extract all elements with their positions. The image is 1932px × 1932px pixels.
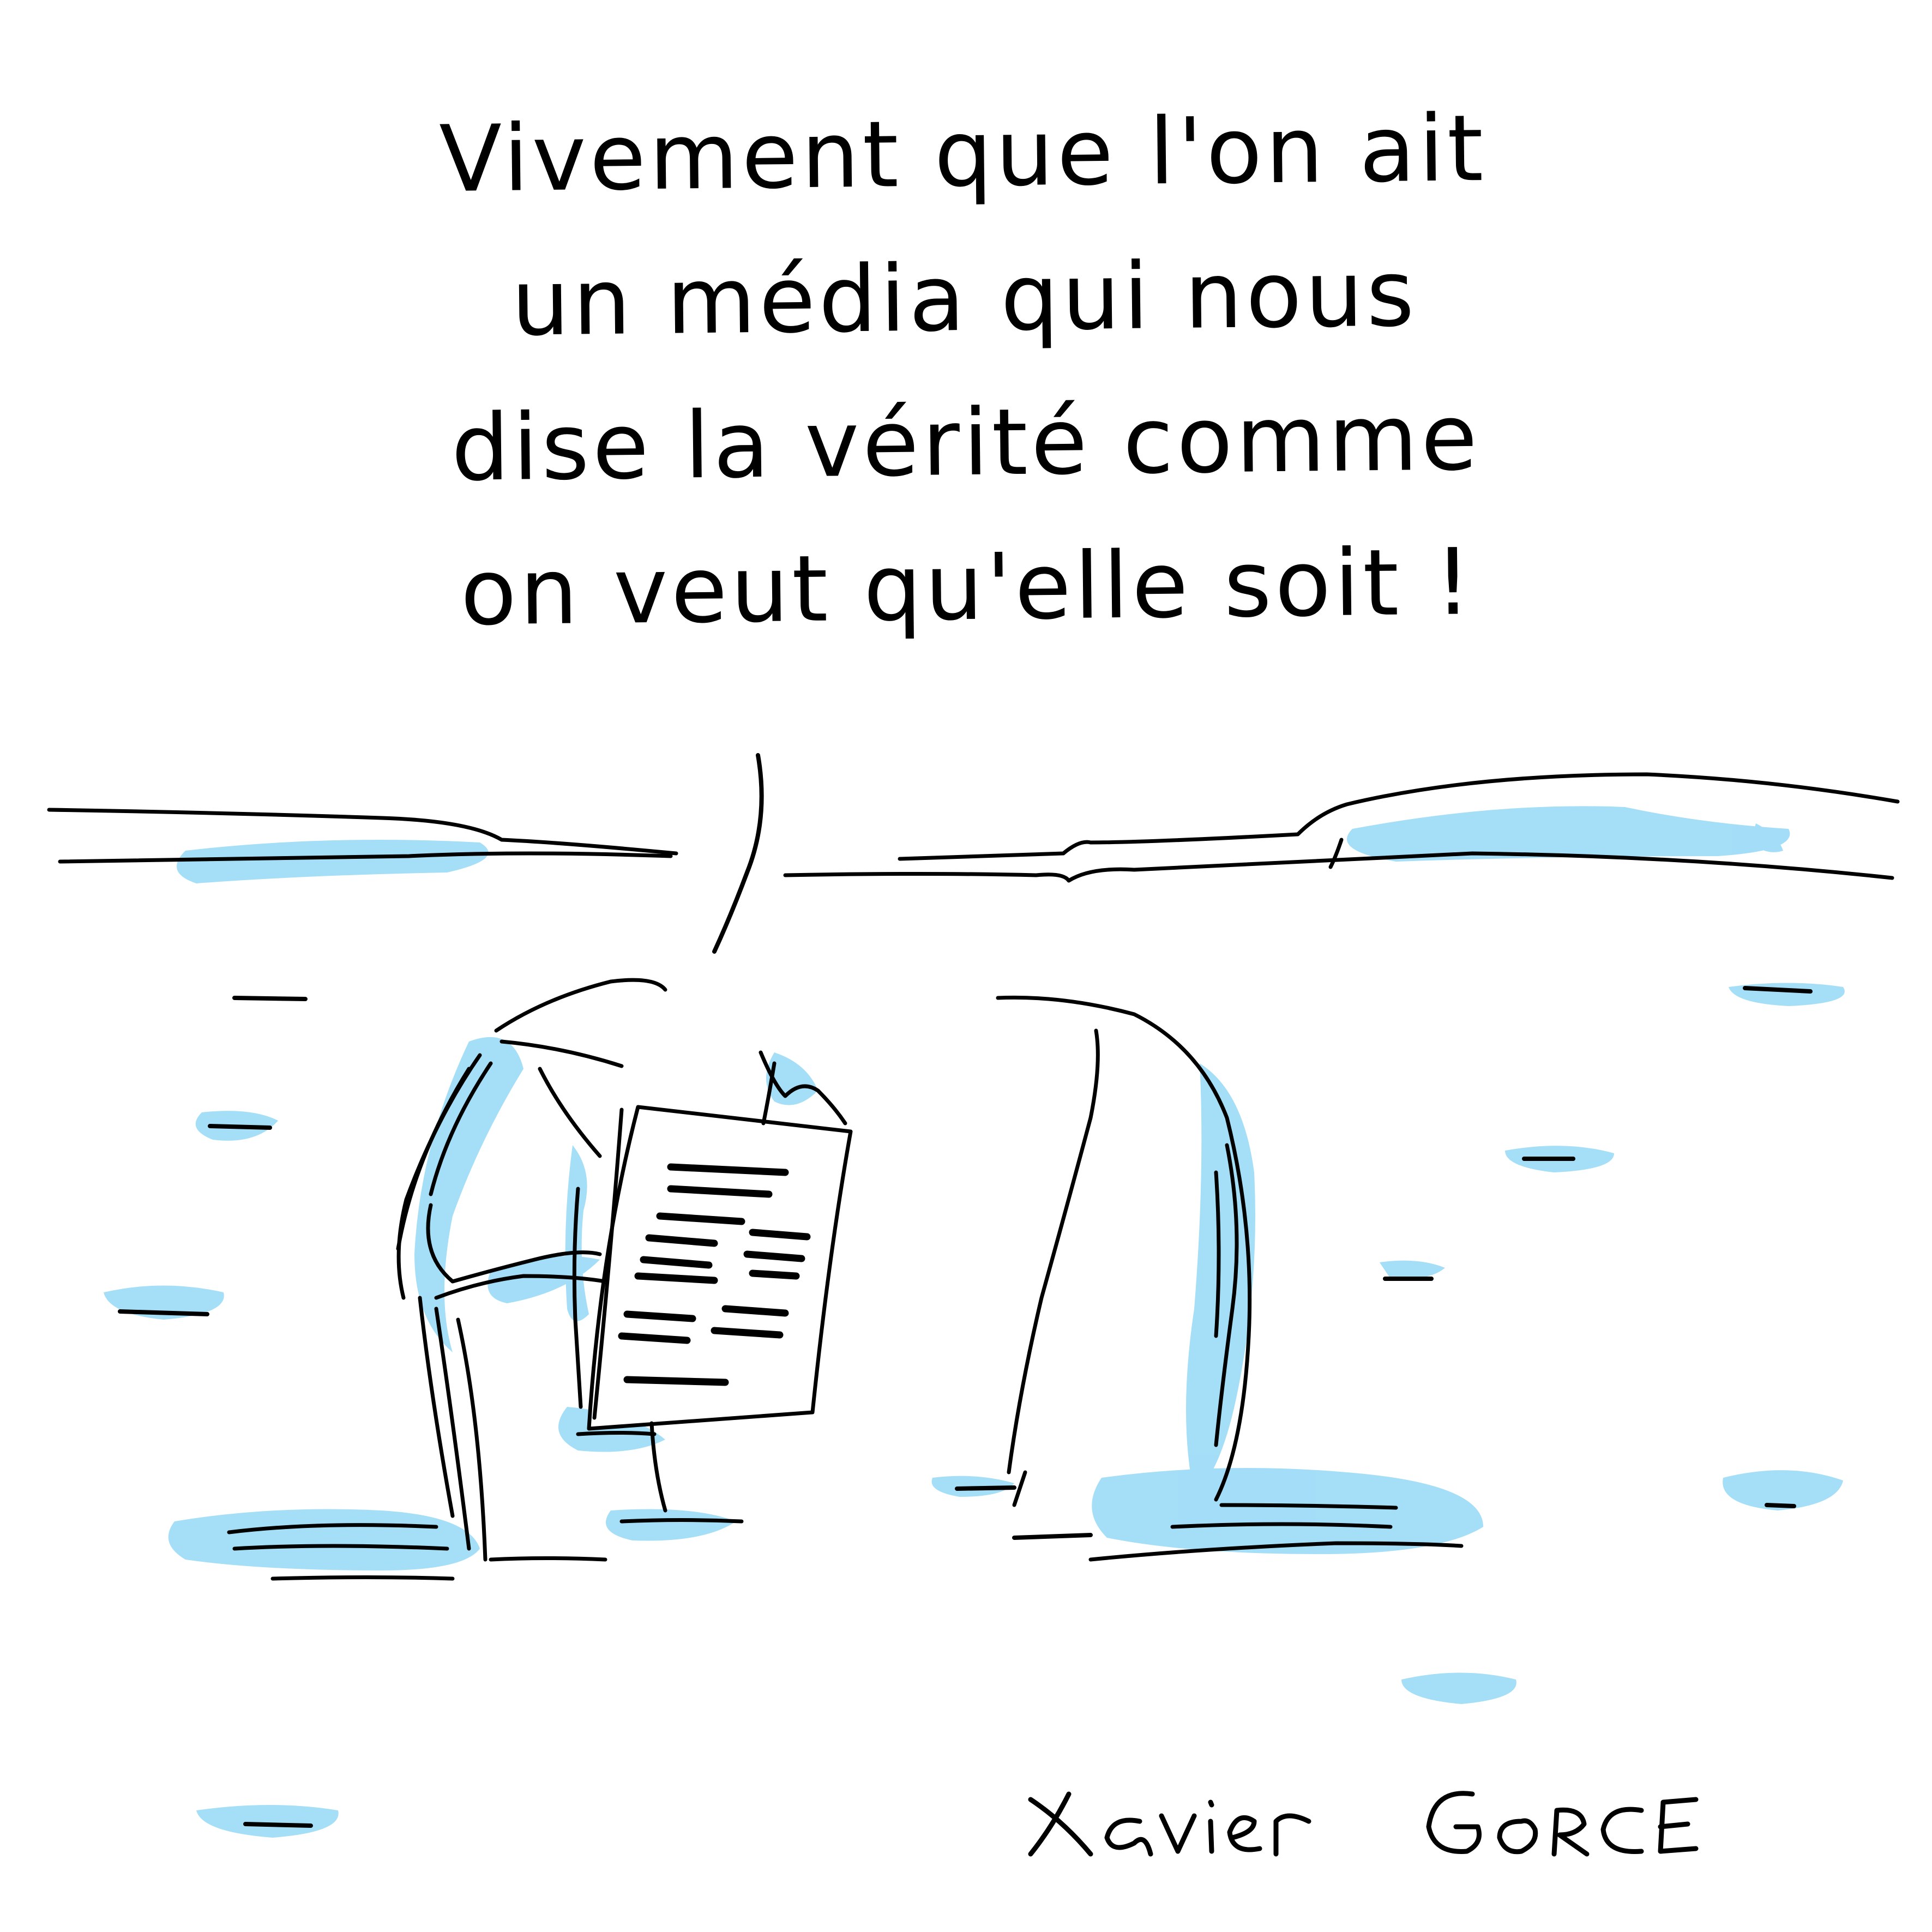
blue-wash — [104, 806, 1845, 1838]
speech-tail — [712, 753, 764, 954]
cartoon-panel: Vivement que l'on ait un média qui nous … — [0, 0, 1932, 1932]
snow-dashes — [118, 986, 1813, 1828]
signature-logo — [1028, 1791, 1699, 1857]
cartoon-scene — [47, 753, 1900, 1857]
